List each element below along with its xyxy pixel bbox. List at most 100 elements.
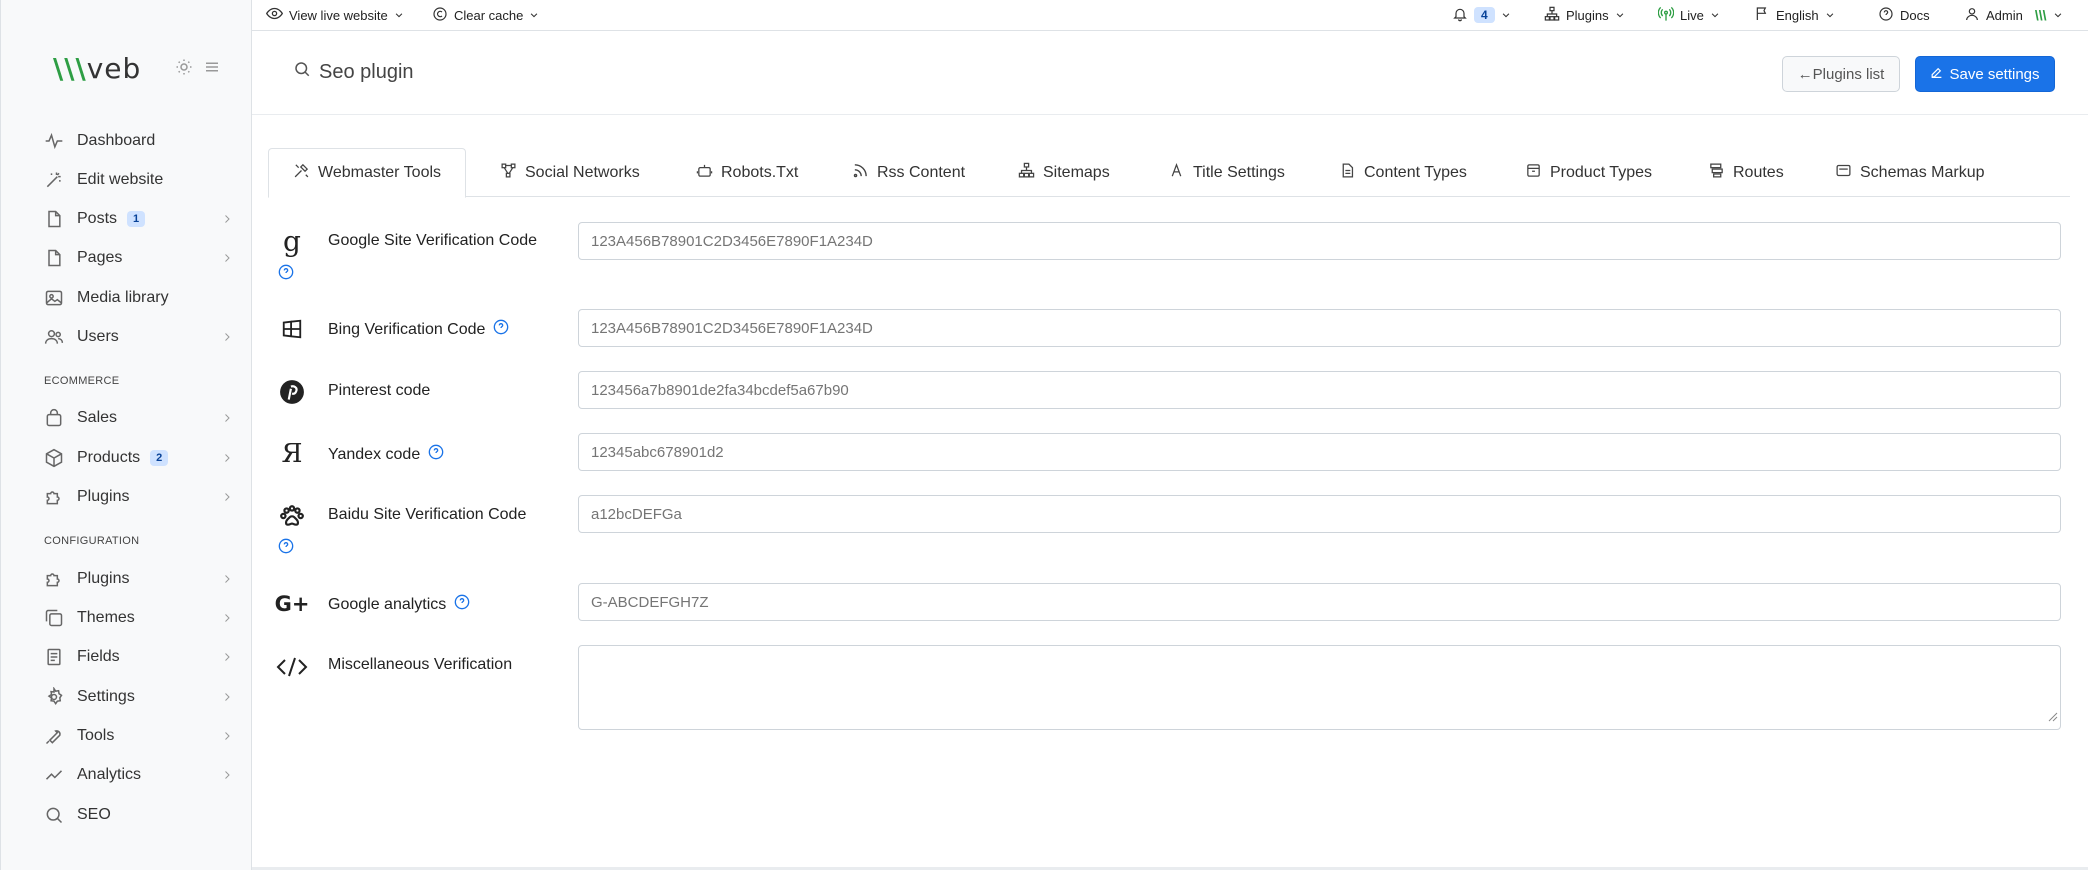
refresh-icon bbox=[432, 6, 448, 25]
tab-robots-txt[interactable]: Robots.Txt bbox=[696, 148, 798, 197]
sidebar-item-fields[interactable]: Fields bbox=[43, 641, 233, 673]
live-status-button[interactable]: Live bbox=[1657, 0, 1720, 30]
posts-count-badge: 1 bbox=[127, 211, 146, 227]
sidebar-item-pages[interactable]: Pages bbox=[43, 242, 233, 274]
clear-cache-button[interactable]: Clear cache bbox=[432, 0, 539, 30]
help-icon[interactable] bbox=[278, 538, 294, 559]
sidebar-item-label: Posts bbox=[77, 210, 118, 227]
tab-label: Sitemaps bbox=[1043, 163, 1110, 181]
pinterest-icon bbox=[275, 375, 309, 409]
tab-sitemaps[interactable]: Sitemaps bbox=[1018, 148, 1110, 197]
tab-schemas-markup[interactable]: Schemas Markup bbox=[1835, 148, 1985, 197]
file-icon bbox=[43, 208, 65, 230]
sidebar-item-label: Tools bbox=[77, 727, 115, 744]
notifications-button[interactable]: 4 bbox=[1452, 0, 1511, 30]
sidebar: \\\veb Dashboard Edit website Posts 1 Pa… bbox=[0, 0, 252, 870]
sidebar-item-tools[interactable]: Tools bbox=[43, 720, 233, 752]
chevron-right-icon bbox=[221, 690, 233, 708]
help-icon[interactable] bbox=[454, 594, 470, 615]
help-icon[interactable] bbox=[278, 264, 294, 285]
tab-routes[interactable]: Routes bbox=[1708, 148, 1784, 197]
broadcast-icon bbox=[1657, 6, 1675, 25]
language-select[interactable]: English bbox=[1754, 0, 1835, 30]
pinterest-code-input[interactable] bbox=[578, 371, 2061, 409]
chevron-down-icon bbox=[1615, 8, 1625, 23]
sidebar-item-label: Pages bbox=[77, 249, 123, 266]
plugins-menu-button[interactable]: Plugins bbox=[1544, 0, 1625, 30]
save-settings-button[interactable]: Save settings bbox=[1915, 56, 2055, 92]
tab-product-types[interactable]: Product Types bbox=[1525, 148, 1652, 197]
docs-label: Docs bbox=[1900, 7, 1930, 23]
shopping-bag-icon bbox=[43, 407, 65, 429]
admin-menu-button[interactable]: Admin \\\ bbox=[1964, 0, 2063, 30]
google-verification-label: Google Site Verification Code bbox=[328, 232, 537, 250]
logo[interactable]: \\\veb bbox=[53, 52, 141, 85]
windows-icon bbox=[275, 312, 309, 346]
sidebar-item-plugins[interactable]: Plugins bbox=[43, 563, 233, 595]
view-live-website-button[interactable]: View live website bbox=[265, 0, 404, 30]
chart-line-icon bbox=[43, 764, 65, 786]
chevron-right-icon bbox=[221, 330, 233, 348]
language-label: English bbox=[1776, 7, 1819, 23]
sitemap-icon bbox=[1544, 6, 1560, 25]
sidebar-item-dashboard[interactable]: Dashboard bbox=[43, 125, 233, 157]
sidebar-item-label: Products bbox=[77, 449, 141, 466]
sidebar-item-themes[interactable]: Themes bbox=[43, 602, 233, 634]
chevron-down-icon bbox=[1825, 8, 1835, 23]
help-circle-icon bbox=[1878, 6, 1894, 25]
yandex-icon: Я bbox=[281, 439, 303, 469]
docs-link[interactable]: Docs bbox=[1878, 0, 1930, 30]
sidebar-item-seo[interactable]: SEO bbox=[43, 799, 233, 831]
sidebar-item-media-library[interactable]: Media library bbox=[43, 282, 233, 314]
baidu-verification-input[interactable] bbox=[578, 495, 2061, 533]
yandex-code-label: Yandex code bbox=[328, 444, 444, 465]
sidebar-item-analytics[interactable]: Analytics bbox=[43, 759, 233, 791]
paw-icon bbox=[275, 499, 309, 533]
sidebar-item-label: Plugins bbox=[77, 488, 130, 505]
resize-grip-icon[interactable] bbox=[2048, 709, 2058, 727]
google-analytics-input[interactable] bbox=[578, 583, 2061, 621]
tab-webmaster-tools[interactable]: Webmaster Tools bbox=[268, 148, 467, 198]
sidebar-item-label: Media library bbox=[77, 289, 169, 306]
sidebar-item-edit-website[interactable]: Edit website bbox=[43, 164, 233, 196]
sidebar-item-sales[interactable]: Sales bbox=[43, 402, 233, 434]
menu-toggle-icon[interactable] bbox=[203, 58, 221, 81]
chevron-right-icon bbox=[221, 611, 233, 629]
tab-title-settings[interactable]: Title Settings bbox=[1168, 148, 1285, 197]
chevron-down-icon bbox=[2053, 8, 2063, 23]
tab-label: Routes bbox=[1733, 163, 1784, 181]
file-icon bbox=[43, 247, 65, 269]
sidebar-item-label: Edit website bbox=[77, 171, 164, 188]
google-icon: g bbox=[283, 225, 301, 258]
misc-verification-textarea[interactable] bbox=[578, 645, 2061, 730]
section-label-configuration: CONFIGURATION bbox=[44, 535, 140, 547]
sidebar-item-settings[interactable]: Settings bbox=[43, 681, 233, 713]
bing-verification-input[interactable] bbox=[578, 309, 2061, 347]
section-label-ecommerce: ECOMMERCE bbox=[44, 375, 120, 387]
pinterest-code-label: Pinterest code bbox=[328, 382, 430, 400]
google-verification-input[interactable] bbox=[578, 222, 2061, 260]
admin-label: Admin bbox=[1986, 7, 2023, 23]
yandex-code-input[interactable] bbox=[578, 433, 2061, 471]
tab-label: Content Types bbox=[1364, 163, 1467, 181]
tab-rss-content[interactable]: Rss Content bbox=[852, 148, 965, 197]
tab-content-types[interactable]: Content Types bbox=[1339, 148, 1467, 197]
help-icon[interactable] bbox=[428, 444, 444, 465]
sidebar-item-ecommerce-plugins[interactable]: Plugins bbox=[43, 481, 233, 513]
live-status-label: Live bbox=[1680, 7, 1704, 23]
misc-verification-label-text: Miscellaneous Verification bbox=[328, 656, 513, 673]
notifications-count-badge: 4 bbox=[1474, 7, 1495, 23]
sidebar-item-products[interactable]: Products 2 bbox=[43, 442, 233, 474]
theme-toggle-icon[interactable] bbox=[175, 58, 193, 81]
wrench-icon bbox=[43, 725, 65, 747]
tab-label: Title Settings bbox=[1193, 163, 1285, 181]
tab-social-networks[interactable]: Social Networks bbox=[500, 148, 640, 197]
baidu-verification-label: Baidu Site Verification Code bbox=[328, 506, 526, 524]
bell-icon bbox=[1452, 6, 1468, 25]
sidebar-item-label: Settings bbox=[77, 688, 135, 705]
magic-wand-icon bbox=[43, 169, 65, 191]
sidebar-item-posts[interactable]: Posts 1 bbox=[43, 203, 233, 235]
help-icon[interactable] bbox=[493, 319, 509, 340]
plugins-list-button[interactable]: ←Plugins list bbox=[1782, 56, 1900, 92]
sidebar-item-users[interactable]: Users bbox=[43, 321, 233, 353]
